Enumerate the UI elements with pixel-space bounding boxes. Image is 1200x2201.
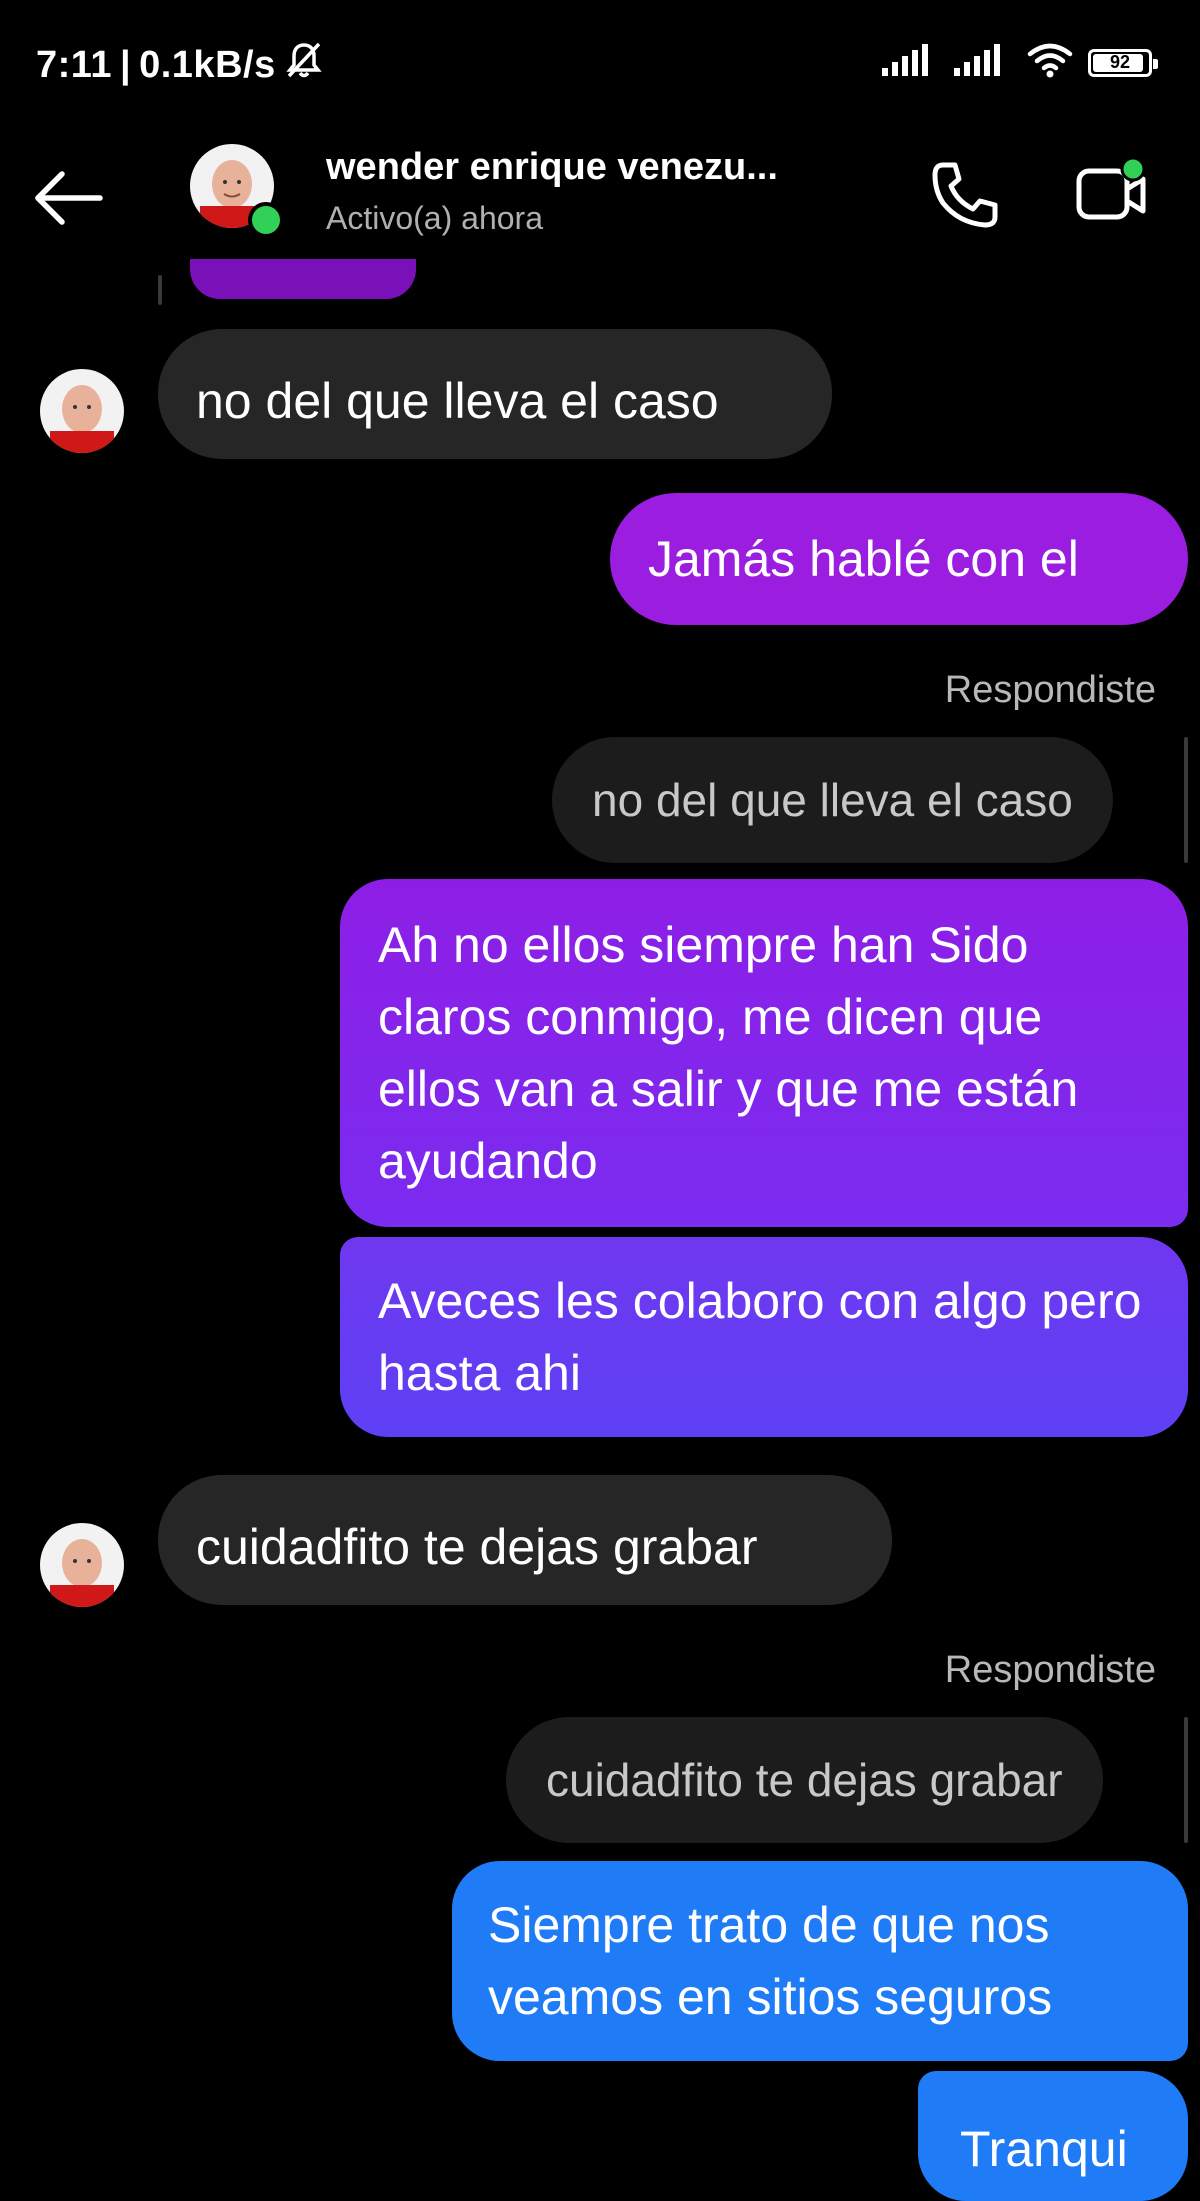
online-indicator (248, 202, 284, 238)
outgoing-message[interactable]: Ah no ellos siempre han Sido claros conm… (340, 879, 1188, 1227)
phone-icon (932, 162, 998, 228)
outgoing-message[interactable]: Jamás hablé con el (610, 493, 1188, 625)
outgoing-message[interactable]: Tranqui (918, 2071, 1188, 2201)
conversation-header: wender enrique venezu... Activo(a) ahora (0, 130, 1200, 265)
quoted-message[interactable]: no del que lleva el caso (552, 737, 1113, 863)
incoming-message[interactable]: no del que lleva el caso (158, 329, 832, 459)
status-left: 7:11 | 0.1kB/s (36, 40, 324, 90)
signal-icon (882, 44, 940, 81)
status-network-speed: 0.1kB/s (139, 43, 276, 86)
reply-indicator (1184, 1717, 1188, 1843)
status-time: 7:11 (36, 43, 112, 86)
previous-message-bubble[interactable] (190, 259, 416, 299)
battery-icon: 92 (1088, 48, 1158, 77)
message-thread[interactable]: no del que lleva el caso Jamás hablé con… (0, 259, 1200, 2201)
contact-name[interactable]: wender enrique venezu... (326, 146, 778, 189)
reply-indicator (1184, 737, 1188, 863)
avatar[interactable] (40, 1523, 124, 1607)
battery-percent: 92 (1109, 52, 1131, 72)
outgoing-message[interactable]: Siempre trato de que nos veamos en sitio… (452, 1861, 1188, 2061)
avatar[interactable] (40, 369, 124, 453)
video-camera-icon (1076, 156, 1146, 220)
wifi-icon (1026, 42, 1074, 83)
status-right: 92 (882, 42, 1158, 83)
reply-label: Respondiste (944, 1649, 1156, 1691)
status-bar: 7:11 | 0.1kB/s 92 (0, 0, 1200, 130)
scroll-indicator (158, 275, 162, 305)
call-button[interactable] (920, 150, 1010, 240)
incoming-message[interactable]: cuidadfito te dejas grabar (158, 1475, 892, 1605)
reply-label: Respondiste (944, 669, 1156, 711)
status-separator: | (119, 43, 132, 86)
mute-bell-icon (284, 40, 324, 90)
video-call-button[interactable] (1066, 150, 1156, 240)
quoted-message[interactable]: cuidadfito te dejas grabar (506, 1717, 1103, 1843)
outgoing-message[interactable]: Aveces les colaboro con algo pero hasta … (340, 1237, 1188, 1437)
contact-status: Activo(a) ahora (326, 200, 543, 236)
back-button[interactable] (28, 158, 108, 238)
signal-icon (954, 44, 1012, 81)
back-arrow-icon (35, 171, 103, 225)
